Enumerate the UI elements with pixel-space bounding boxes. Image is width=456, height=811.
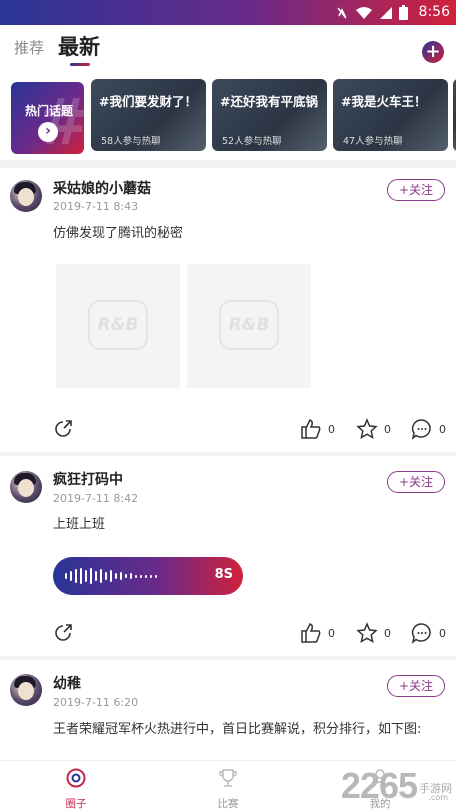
post-actions: 0 0 0	[0, 622, 456, 646]
circle-community-icon	[66, 768, 86, 788]
avatar[interactable]	[10, 180, 42, 212]
comment-count: 0	[439, 422, 446, 436]
like-count: 0	[328, 626, 335, 640]
rnb-logo: R&B	[219, 300, 279, 350]
hot-topics-title: 热门话题	[25, 104, 74, 118]
post-content: 上班上班	[53, 517, 106, 532]
topic-card[interactable]: #还好我有平底锅 52人参与热聊	[212, 79, 327, 151]
topic-title: #我们要发财了！	[99, 94, 197, 109]
top-bar: 推荐 最新 +	[0, 25, 456, 75]
wifi-icon	[356, 6, 372, 19]
topic-count: 47人参与热聊	[343, 136, 403, 147]
post-date: 2019-7-11 8:43	[53, 200, 139, 213]
favorite-button[interactable]: 0	[356, 622, 391, 644]
post-image[interactable]: R&B	[187, 264, 311, 388]
chevron-right-icon: ›	[38, 122, 58, 142]
username[interactable]: 采姑娘的小蘑菇	[53, 178, 151, 198]
username[interactable]: 幼稚	[53, 673, 81, 693]
voice-duration: 8S	[214, 567, 233, 582]
topic-count: 58人参与热聊	[101, 136, 161, 147]
like-button[interactable]: 0	[300, 418, 335, 440]
share-icon	[55, 624, 72, 641]
like-button[interactable]: 0	[300, 622, 335, 644]
username[interactable]: 疯狂打码中	[53, 469, 123, 489]
signal-icon	[380, 6, 392, 19]
tab-latest[interactable]: 最新	[58, 31, 100, 61]
topic-title: #还好我有平底锅	[220, 94, 318, 109]
rnb-logo: R&B	[88, 300, 148, 350]
like-count: 0	[328, 422, 335, 436]
add-post-button[interactable]: +	[422, 41, 444, 63]
battery-icon	[399, 5, 408, 20]
topic-count: 52人参与热聊	[222, 136, 282, 147]
post-card[interactable]: 疯狂打码中 2019-7-11 8:42 +关注 上班上班 8S 0 0 0	[0, 456, 456, 656]
follow-button[interactable]: +关注	[387, 675, 445, 697]
post-content: 仿佛发现了腾讯的秘密	[53, 226, 184, 241]
post-actions: 0 0 0	[0, 418, 456, 442]
nav-match[interactable]: 比赛	[198, 767, 258, 811]
watermark-brand: 2265	[340, 765, 418, 806]
hash-icon: #	[36, 86, 84, 154]
nav-label: 比赛	[217, 798, 239, 810]
favorite-button[interactable]: 0	[356, 418, 391, 440]
topic-carousel[interactable]: # 热门话题 › #我们要发财了！ 58人参与热聊 #还好我有平底锅 52人参与…	[0, 75, 456, 160]
follow-button[interactable]: +关注	[387, 179, 445, 201]
thumbs-up-icon	[301, 419, 321, 439]
site-watermark: 2265 手游网 .com	[341, 763, 452, 809]
status-bar: 8:56	[0, 0, 456, 25]
thumbs-up-icon	[301, 623, 321, 643]
waveform-icon	[65, 568, 157, 584]
bottom-navigation: 圈子 比赛 我的 2265 手游网 .com	[0, 760, 456, 811]
favorite-count: 0	[384, 422, 391, 436]
hot-topics-card[interactable]: # 热门话题 ›	[11, 82, 84, 154]
share-button[interactable]	[52, 418, 74, 440]
favorite-count: 0	[384, 626, 391, 640]
topic-card[interactable]: #我是火车王！ 47人参与热聊	[333, 79, 448, 151]
watermark-domain: .com	[428, 793, 448, 802]
voice-message-player[interactable]: 8S	[53, 557, 243, 595]
star-icon	[356, 418, 378, 440]
post-date: 2019-7-11 8:42	[53, 492, 139, 505]
topic-title: #我是火车王！	[341, 94, 427, 109]
avatar[interactable]	[10, 471, 42, 503]
section-divider	[0, 160, 456, 168]
share-button[interactable]	[52, 622, 74, 644]
nav-circle[interactable]: 圈子	[46, 767, 106, 811]
post-card[interactable]: 幼稚 2019-7-11 6:20 +关注 王者荣耀冠军杯火热进行中，首日比赛解…	[0, 660, 456, 760]
post-card[interactable]: 采姑娘的小蘑菇 2019-7-11 8:43 +关注 仿佛发现了腾讯的秘密 R&…	[0, 168, 456, 452]
comment-button[interactable]: 0	[411, 622, 446, 644]
trophy-icon	[219, 769, 237, 787]
comment-button[interactable]: 0	[411, 418, 446, 440]
nav-label: 圈子	[65, 798, 87, 810]
share-icon	[55, 420, 72, 437]
mute-icon	[337, 7, 347, 18]
tab-recommend[interactable]: 推荐	[14, 37, 44, 58]
comment-icon	[411, 623, 431, 644]
comment-count: 0	[439, 626, 446, 640]
follow-button[interactable]: +关注	[387, 471, 445, 493]
post-content: 王者荣耀冠军杯火热进行中，首日比赛解说，积分排行，如下图:	[53, 722, 422, 737]
star-icon	[356, 622, 378, 644]
comment-icon	[411, 419, 431, 440]
status-time: 8:56	[418, 4, 450, 20]
post-image[interactable]: R&B	[56, 264, 180, 388]
active-tab-indicator	[70, 63, 90, 66]
avatar[interactable]	[10, 674, 42, 706]
status-icons	[335, 5, 408, 20]
post-date: 2019-7-11 6:20	[53, 696, 139, 709]
topic-card[interactable]: #我们要发财了！ 58人参与热聊	[91, 79, 206, 151]
